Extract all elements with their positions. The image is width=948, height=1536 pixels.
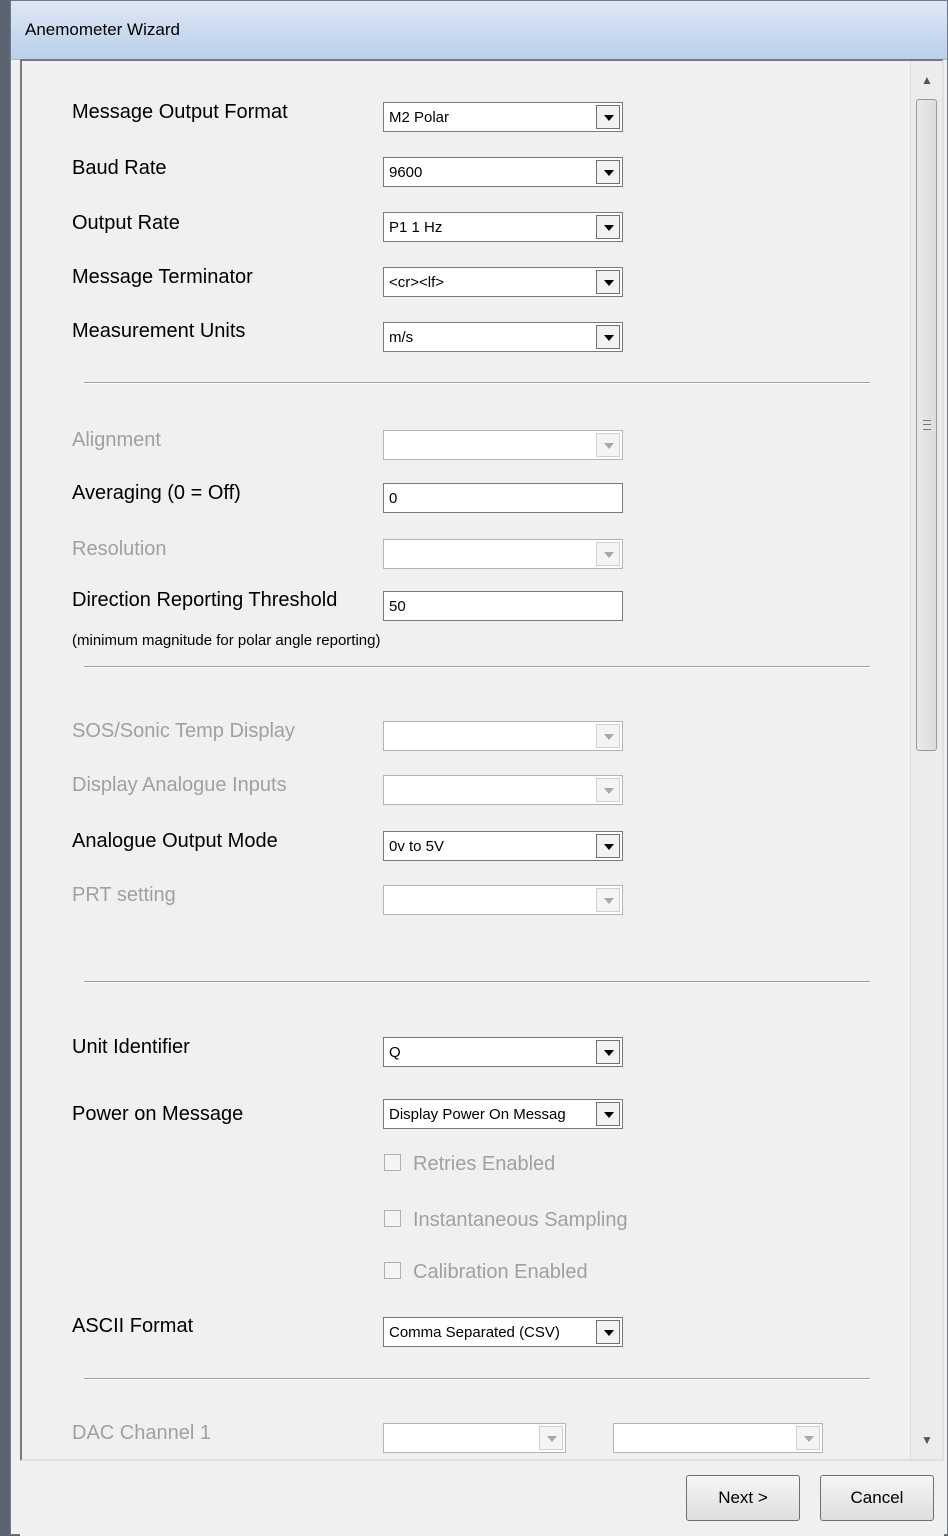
sos-display-label: SOS/Sonic Temp Display [72,720,296,742]
scroll-up-arrow-icon[interactable]: ▲ [911,65,942,95]
prt-setting-select[interactable] [383,885,623,915]
chevron-down-icon[interactable] [596,1040,620,1064]
message-terminator-label: Message Terminator [72,266,253,288]
chevron-down-icon[interactable] [596,778,620,802]
direction-threshold-note: (minimum magnitude for polar angle repor… [72,632,381,649]
resolution-select[interactable] [383,539,623,569]
title-bar[interactable]: Anemometer Wizard [11,1,947,60]
unit-identifier-select[interactable]: Q [383,1037,623,1067]
analogue-output-mode-label: Analogue Output Mode [72,830,278,852]
section-divider [84,382,870,384]
dac-channel-1-select-a[interactable] [383,1423,566,1453]
next-button[interactable]: Next > [686,1475,800,1521]
resolution-label: Resolution [72,538,167,560]
alignment-label: Alignment [72,429,161,451]
scrollbar-thumb[interactable] [916,99,937,751]
section-divider [84,1378,870,1380]
instantaneous-sampling-checkbox[interactable]: Instantaneous Sampling [384,1209,628,1232]
chevron-down-icon[interactable] [596,542,620,566]
cancel-button[interactable]: Cancel [820,1475,934,1521]
direction-threshold-label: Direction Reporting Threshold [72,589,338,611]
calibration-enabled-checkbox[interactable]: Calibration Enabled [384,1261,588,1284]
wizard-window: Anemometer Wizard Message Output Format … [10,0,948,1536]
vertical-scrollbar[interactable]: ▲ ▼ [910,61,942,1459]
scroll-down-arrow-icon[interactable]: ▼ [911,1425,942,1455]
chevron-down-icon[interactable] [596,1102,620,1126]
message-output-format-label: Message Output Format [72,101,288,123]
alignment-select[interactable] [383,430,623,460]
chevron-down-icon[interactable] [539,1426,563,1450]
baud-rate-select[interactable]: 9600 [383,157,623,187]
power-on-message-label: Power on Message [72,1103,244,1125]
direction-threshold-input[interactable]: 50 [383,591,623,621]
message-terminator-select[interactable]: <cr><lf> [383,267,623,297]
retries-enabled-checkbox[interactable]: Retries Enabled [384,1153,555,1176]
analogue-inputs-select[interactable] [383,775,623,805]
measurement-units-select[interactable]: m/s [383,322,623,352]
chevron-down-icon[interactable] [596,834,620,858]
checkbox-box[interactable] [384,1210,401,1227]
analogue-output-mode-select[interactable]: 0v to 5V [383,831,623,861]
settings-panel: Message Output Format M2 Polar Baud Rate… [20,59,944,1461]
unit-identifier-label: Unit Identifier [72,1036,190,1058]
analogue-inputs-label: Display Analogue Inputs [72,774,287,796]
chevron-down-icon[interactable] [596,325,620,349]
chevron-down-icon[interactable] [596,160,620,184]
window-title: Anemometer Wizard [25,20,180,39]
chevron-down-icon[interactable] [596,105,620,129]
chevron-down-icon[interactable] [596,215,620,239]
dac-channel-1-select-b[interactable] [613,1423,823,1453]
section-divider [84,981,870,983]
output-rate-label: Output Rate [72,212,180,234]
baud-rate-label: Baud Rate [72,157,167,179]
ascii-format-label: ASCII Format [72,1315,194,1337]
sos-display-select[interactable] [383,721,623,751]
chevron-down-icon[interactable] [596,888,620,912]
power-on-message-select[interactable]: Display Power On Messag [383,1099,623,1129]
section-divider [84,666,870,668]
dac-channel-1-label: DAC Channel 1 [72,1422,211,1444]
button-bar: Next > Cancel [20,1461,944,1536]
checkbox-box[interactable] [384,1154,401,1171]
averaging-label: Averaging (0 = Off) [72,482,241,504]
chevron-down-icon[interactable] [596,1320,620,1344]
checkbox-box[interactable] [384,1262,401,1279]
averaging-input[interactable]: 0 [383,483,623,513]
chevron-down-icon[interactable] [796,1426,820,1450]
message-output-format-select[interactable]: M2 Polar [383,102,623,132]
measurement-units-label: Measurement Units [72,320,246,342]
prt-setting-label: PRT setting [72,884,176,906]
chevron-down-icon[interactable] [596,270,620,294]
chevron-down-icon[interactable] [596,433,620,457]
output-rate-select[interactable]: P1 1 Hz [383,212,623,242]
grip-icon [923,420,931,430]
ascii-format-select[interactable]: Comma Separated (CSV) [383,1317,623,1347]
chevron-down-icon[interactable] [596,724,620,748]
